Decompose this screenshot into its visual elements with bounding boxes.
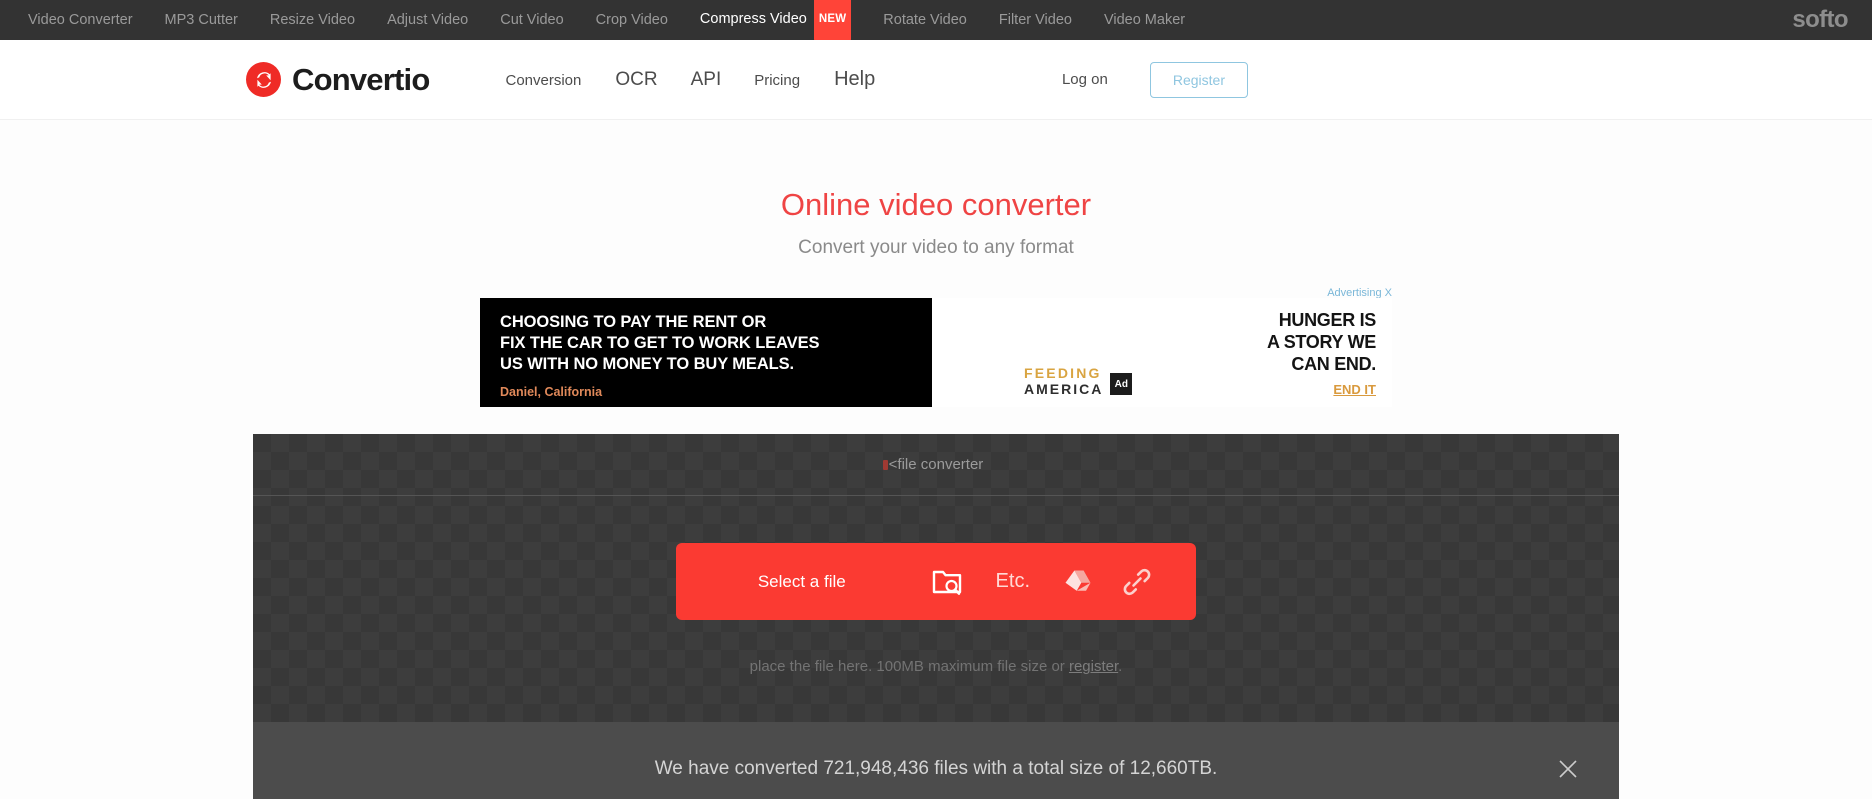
log-on-link[interactable]: Log on <box>1062 71 1108 88</box>
nav-item-pricing[interactable]: Pricing <box>754 72 834 89</box>
sponsor-name-line1: FEEDING <box>1024 365 1102 382</box>
nav-item-ocr[interactable]: OCR <box>615 69 690 91</box>
dropzone-hint-text: place the file here. 100MB maximum file … <box>749 658 1069 676</box>
topbar-item-label: Rotate Video <box>883 12 967 28</box>
ad-slogan-line: HUNGER IS <box>1278 310 1377 331</box>
topbar-item-label: Adjust Video <box>387 12 469 28</box>
file-converter-label: <file converter <box>882 456 984 474</box>
hero-section: Online video converter Convert your vide… <box>0 120 1872 259</box>
register-link[interactable]: register <box>1069 658 1118 675</box>
topbar-item-label: Video Converter <box>28 12 133 28</box>
select-file-bar[interactable]: Select a file Etc. <box>676 543 1196 621</box>
ad-council-badge: Ad <box>1110 373 1133 396</box>
ad-slogan-line: A STORY WE <box>1266 332 1376 353</box>
new-badge: NEW <box>813 0 852 41</box>
softo-logo[interactable]: softo <box>1792 6 1848 34</box>
topbar-item-label: Video Maker <box>1103 12 1186 28</box>
stats-banner: We have converted 721,948,436 files with… <box>253 722 1619 799</box>
topbar-item-label: MP3 Cutter <box>164 12 238 28</box>
topbar-item-label: Crop Video <box>595 12 668 28</box>
topbar-item-cut-video[interactable]: Cut Video <box>484 0 579 40</box>
stats-text: We have converted 721,948,436 files with… <box>654 757 1218 779</box>
ad-right-copy: HUNGER IS A STORY WE CAN END. END IT <box>1267 310 1376 399</box>
topbar-item-compress-video[interactable]: Compress Video NEW <box>684 0 867 42</box>
convertio-circle-arrows-icon <box>246 62 281 97</box>
ad-cta-link[interactable]: END IT <box>1333 382 1376 397</box>
folder-search-icon[interactable] <box>918 568 976 596</box>
topbar-item-label: Resize Video <box>269 12 356 28</box>
nav-item-api[interactable]: API <box>691 69 755 91</box>
link-chain-icon[interactable] <box>1108 567 1166 597</box>
ad-slogan-line: CAN END. <box>1291 354 1376 375</box>
ad-headline-line: CHOOSING TO PAY THE RENT OR <box>500 313 767 332</box>
ad-headline-line: FIX THE CAR TO GET TO WORK LEAVES <box>500 334 820 353</box>
site-header: Convertio Conversion OCR API Pricing Hel… <box>0 40 1872 120</box>
header-actions: Log on Register <box>1062 61 1872 98</box>
topbar-item-label: Cut Video <box>500 12 564 28</box>
nav-item-conversion[interactable]: Conversion <box>505 72 615 89</box>
ad-attribution: Daniel, California <box>500 384 603 399</box>
nav-item-help[interactable]: Help <box>834 68 875 91</box>
main-nav: Conversion OCR API Pricing Help <box>505 68 875 91</box>
topbar-item-adjust-video[interactable]: Adjust Video <box>371 0 484 40</box>
topbar-item-mp3-cutter[interactable]: MP3 Cutter <box>149 0 254 40</box>
close-icon[interactable] <box>1555 756 1581 782</box>
topbar-item-resize-video[interactable]: Resize Video <box>254 0 371 40</box>
ad-headline-line: US WITH NO MONEY TO BUY MEALS. <box>500 355 795 374</box>
file-dropzone[interactable]: <file converter Select a file Etc. place… <box>253 434 1619 799</box>
top-tools-nav: Video Converter MP3 Cutter Resize Video … <box>12 0 1201 42</box>
advertisement-banner[interactable]: CHOOSING TO PAY THE RENT OR FIX THE CAR … <box>480 298 1392 408</box>
dropzone-hint: place the file here. 100MB maximum file … <box>750 658 1123 675</box>
dropzone-body: Select a file Etc. place the file here. … <box>253 496 1619 722</box>
brand-name: Convertio <box>292 61 430 97</box>
topbar-item-video-converter[interactable]: Video Converter <box>12 0 149 40</box>
topbar-item-rotate-video[interactable]: Rotate Video <box>867 0 983 40</box>
ad-left-panel: CHOOSING TO PAY THE RENT OR FIX THE CAR … <box>480 298 932 408</box>
sponsor-name-line2: AMERICA <box>1024 381 1104 398</box>
dropzone-top-strip: <file converter <box>253 434 1619 497</box>
ad-right-panel: FEEDING AMERICA Ad HUNGER IS A STORY WE … <box>932 298 1392 408</box>
select-a-file-button[interactable]: Select a file <box>676 572 918 592</box>
page-subtitle: Convert your video to any format <box>798 237 1074 259</box>
etc-label[interactable]: Etc. <box>976 570 1050 593</box>
dropzone-hint-suffix: . <box>1118 658 1123 676</box>
top-utility-bar: Video Converter MP3 Cutter Resize Video … <box>0 0 1872 42</box>
topbar-item-label: Compress Video <box>699 11 807 27</box>
convertio-brand[interactable]: Convertio <box>246 61 430 98</box>
topbar-item-filter-video[interactable]: Filter Video <box>983 0 1088 40</box>
feeding-america-logo: FEEDING AMERICA Ad <box>1024 365 1133 398</box>
advertisement-container: Advertising X CHOOSING TO PAY THE RENT O… <box>480 287 1392 408</box>
register-button[interactable]: Register <box>1149 61 1248 98</box>
topbar-item-crop-video[interactable]: Crop Video <box>580 0 684 40</box>
topbar-item-label: Filter Video <box>998 12 1072 28</box>
page-title: Online video converter <box>780 187 1092 222</box>
google-drive-icon[interactable] <box>1050 568 1108 595</box>
topbar-item-video-maker[interactable]: Video Maker <box>1088 0 1201 40</box>
